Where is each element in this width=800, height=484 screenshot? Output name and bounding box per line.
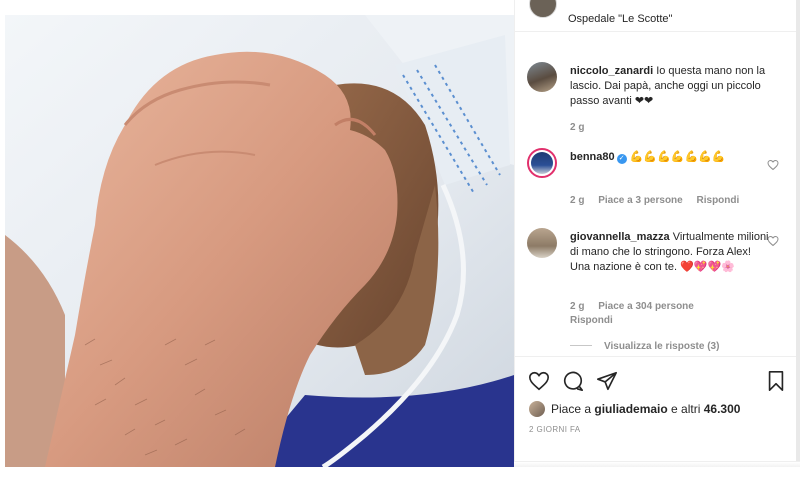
liker-username[interactable]: giuliademaio (594, 402, 667, 416)
instagram-post-frame: Ospedale "Le Scotte" niccolo_zanardi Io … (0, 0, 800, 484)
location-row: Ospedale "Le Scotte" (515, 0, 800, 32)
comment-meta: 2 g Piace a 3 persone Rispondi (570, 194, 750, 208)
heart-icon[interactable] (528, 370, 550, 392)
comment-body: benna80 ✓ 💪💪💪💪💪💪💪 (570, 150, 770, 165)
comment-age: 2 g (570, 301, 585, 312)
commenter-avatar[interactable] (527, 228, 557, 258)
comment-body: niccolo_zanardi Io questa mano non la la… (570, 64, 770, 109)
author-avatar[interactable] (529, 0, 557, 18)
comment-likes-link[interactable]: Piace a 3 persone (598, 195, 683, 206)
comment-username[interactable]: benna80 (570, 151, 615, 163)
post-actions: Piace a giuliademaio e altri 46.300 2 GI… (515, 356, 800, 467)
verified-badge-icon: ✓ (616, 154, 627, 164)
comment-meta: 2 g (570, 121, 595, 135)
comment-like-heart-icon[interactable] (767, 159, 779, 171)
reply-button[interactable]: Rispondi (697, 195, 740, 206)
comments-panel: Ospedale "Le Scotte" niccolo_zanardi Io … (514, 0, 800, 467)
comment-age: 2 g (570, 122, 585, 133)
share-icon[interactable] (596, 370, 618, 392)
likes-prefix: Piace a (551, 402, 595, 416)
comment-meta: 2 g Piace a 304 persone Rispondi (570, 300, 740, 328)
reply-button[interactable]: Rispondi (570, 315, 613, 326)
comment-icon[interactable] (562, 370, 584, 392)
comment-likes-link[interactable]: Piace a 304 persone (598, 301, 694, 312)
replies-divider (570, 345, 592, 346)
panel-edge (796, 0, 800, 467)
comment-username[interactable]: giovannella_mazza (570, 231, 670, 243)
post-photo[interactable] (5, 15, 514, 467)
commenter-avatar[interactable] (527, 62, 557, 92)
comment-age: 2 g (570, 195, 585, 206)
post-timestamp[interactable]: 2 GIORNI FA (529, 425, 581, 434)
commenter-avatar[interactable] (527, 148, 557, 178)
view-replies-link[interactable]: Visualizza le risposte (3) (570, 341, 719, 352)
liker-avatar[interactable] (529, 401, 545, 417)
location-label[interactable]: Ospedale "Le Scotte" (568, 13, 672, 25)
comment-text: 💪💪💪💪💪💪💪 (629, 151, 726, 163)
view-replies-label[interactable]: Visualizza le risposte (3) (604, 341, 719, 352)
bookmark-icon[interactable] (765, 370, 787, 392)
likes-summary: Piace a giuliademaio e altri 46.300 (529, 401, 740, 417)
likes-middle: e altri (667, 402, 704, 416)
add-comment-strip[interactable] (514, 461, 800, 467)
comment-body: giovannella_mazza Virtualmente milioni d… (570, 230, 770, 275)
comment-username[interactable]: niccolo_zanardi (570, 65, 653, 77)
post-photo-hands (5, 15, 514, 467)
likes-count[interactable]: 46.300 (704, 402, 741, 416)
comment-like-heart-icon[interactable] (767, 235, 779, 247)
